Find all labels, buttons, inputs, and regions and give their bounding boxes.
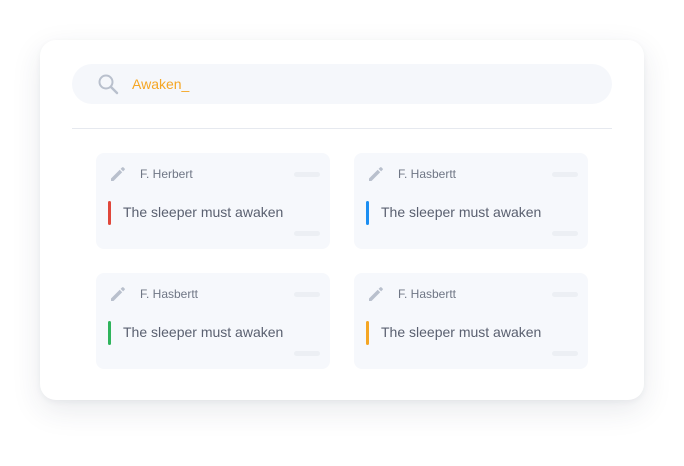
note-message: The sleeper must awaken <box>381 204 542 220</box>
note-message: The sleeper must awaken <box>381 324 542 340</box>
note-author: F. Hasbertt <box>398 287 457 301</box>
placeholder-pill <box>294 292 320 297</box>
pencil-icon[interactable] <box>109 285 127 303</box>
note-message: The sleeper must awaken <box>123 324 284 340</box>
divider <box>72 128 612 129</box>
note-author: F. Herbert <box>140 167 193 181</box>
accent-bar <box>108 201 111 225</box>
note-message: The sleeper must awaken <box>123 204 284 220</box>
note-card[interactable]: F. Hasbertt The sleeper must awaken <box>354 153 588 249</box>
placeholder-pill <box>552 351 578 356</box>
pencil-icon[interactable] <box>109 165 127 183</box>
note-card[interactable]: F. Hasbertt The sleeper must awaken <box>96 273 330 369</box>
placeholder-pill <box>552 172 578 177</box>
note-card[interactable]: F. Hasbertt The sleeper must awaken <box>354 273 588 369</box>
note-card[interactable]: F. Herbert The sleeper must awaken <box>96 153 330 249</box>
pencil-icon[interactable] <box>367 165 385 183</box>
placeholder-pill <box>294 231 320 236</box>
search-results-panel: F. Herbert The sleeper must awaken F. Ha… <box>40 40 644 400</box>
accent-bar <box>366 201 369 225</box>
search-bar[interactable] <box>72 64 612 104</box>
note-author: F. Hasbertt <box>398 167 457 181</box>
pencil-icon[interactable] <box>367 285 385 303</box>
accent-bar <box>108 321 111 345</box>
note-author: F. Hasbertt <box>140 287 199 301</box>
placeholder-pill <box>294 351 320 356</box>
placeholder-pill <box>552 292 578 297</box>
placeholder-pill <box>552 231 578 236</box>
search-icon <box>98 74 119 95</box>
placeholder-pill <box>294 172 320 177</box>
accent-bar <box>366 321 369 345</box>
search-input[interactable] <box>132 64 592 104</box>
